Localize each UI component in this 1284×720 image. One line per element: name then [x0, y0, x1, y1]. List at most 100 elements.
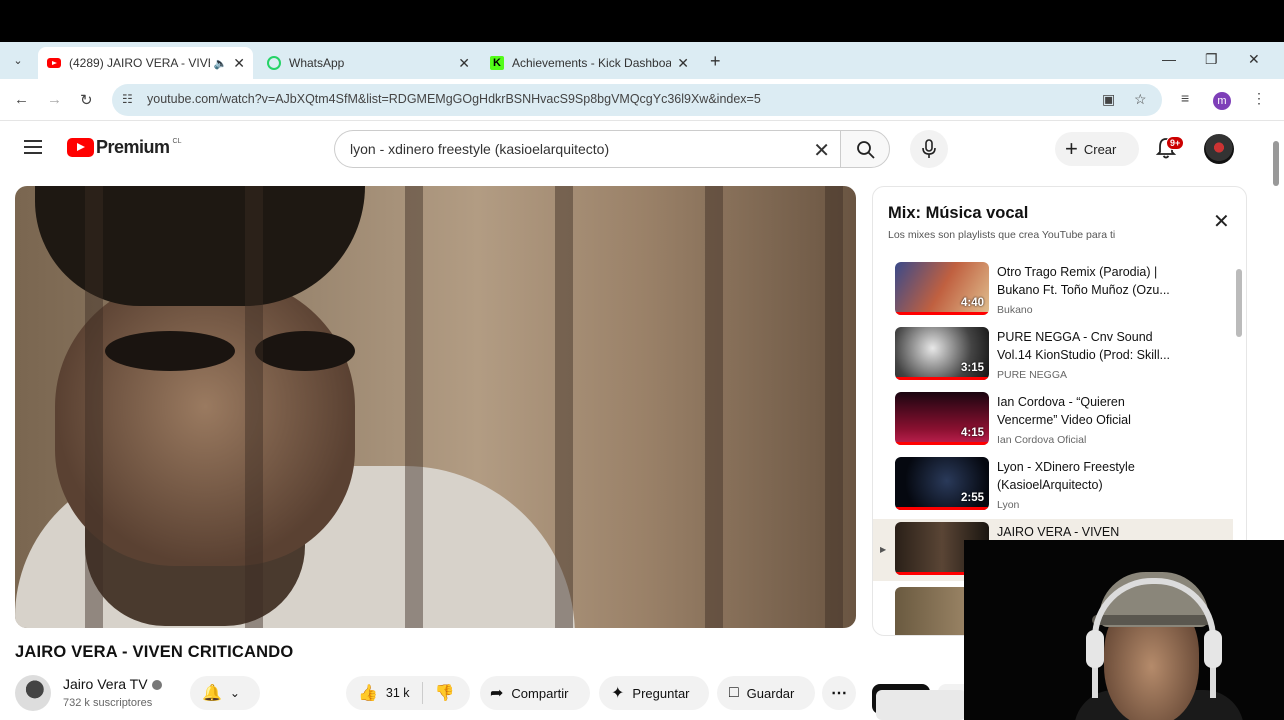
video-thumbnail[interactable]: 4:15: [895, 392, 989, 445]
video-frame-shape: [705, 186, 723, 628]
tab-whatsapp[interactable]: WhatsApp ✕: [258, 47, 478, 79]
video-thumbnail[interactable]: 2:55: [895, 457, 989, 510]
playlist-item[interactable]: 4:40 Otro Trago Remix (Parodia) | Bukano…: [873, 259, 1233, 321]
forward-icon[interactable]: →: [47, 91, 62, 108]
back-icon[interactable]: ←: [14, 91, 29, 108]
tab-youtube[interactable]: (4289) JAIRO VERA - VIVEN 🔈 ✕: [38, 47, 253, 79]
clear-search-icon[interactable]: ✕: [813, 138, 830, 163]
profile-avatar[interactable]: m: [1213, 92, 1231, 110]
playlist-item[interactable]: 3:15 PURE NEGGA - Cnv Sound Vol.14 KionS…: [873, 324, 1233, 386]
channel-name-text[interactable]: Jairo Vera TV: [63, 676, 148, 692]
video-thumbnail[interactable]: 4:40: [895, 262, 989, 315]
channel-name[interactable]: Jairo Vera TV: [63, 676, 162, 692]
headset-earcup: [1204, 630, 1222, 668]
video-title: JAIRO VERA - VIVEN CRITICANDO: [15, 643, 294, 661]
video-frame-shape: [555, 186, 573, 628]
kick-icon: K: [489, 55, 505, 71]
playlist-scroll-thumb[interactable]: [1236, 269, 1242, 337]
sparkle-icon: ✦: [611, 685, 625, 702]
youtube-premium-logo[interactable]: Premium CL: [67, 137, 181, 158]
tab-title: (4289) JAIRO VERA - VIVEN: [69, 56, 210, 70]
webcam-overlay: [964, 540, 1284, 720]
voice-search-button[interactable]: [910, 130, 948, 168]
bookmark-star-icon[interactable]: ☆: [1134, 91, 1147, 108]
share-icon: ➦: [490, 685, 504, 702]
save-button[interactable]: □ Guardar: [717, 676, 815, 710]
tab-title: WhatsApp: [289, 56, 345, 70]
share-label: Compartir: [511, 685, 569, 701]
install-app-icon[interactable]: ▣: [1102, 91, 1115, 108]
reload-icon[interactable]: ↻: [80, 91, 93, 109]
ask-button[interactable]: ✦ Preguntar: [599, 676, 709, 710]
divider: [421, 682, 423, 704]
video-frame-shape: [825, 186, 843, 628]
like-icon[interactable]: 👍: [358, 683, 378, 703]
close-tab-icon[interactable]: ✕: [677, 55, 689, 72]
playlist-item[interactable]: 4:15 Ian Cordova - “Quieren Vencerme” Vi…: [873, 389, 1233, 451]
search-button[interactable]: [840, 130, 890, 168]
save-label: Guardar: [746, 685, 795, 701]
video-frame-shape: [85, 186, 103, 628]
tab-search-chevron-icon[interactable]: ⌄: [8, 51, 28, 71]
minimize-icon[interactable]: —: [1162, 51, 1176, 67]
playlist-item-title[interactable]: Lyon - XDinero Freestyle (KasioelArquite…: [997, 458, 1182, 494]
more-actions-button[interactable]: ⋯: [822, 676, 856, 710]
playlist-item-title[interactable]: PURE NEGGA - Cnv Sound Vol.14 KionStudio…: [997, 328, 1182, 364]
like-dislike-group: 👍 31 k 👎: [346, 676, 470, 710]
subscription-bell-button[interactable]: 🔔 ⌄: [190, 676, 260, 710]
youtube-play-icon: [67, 138, 94, 157]
video-thumbnail[interactable]: 3:15: [895, 327, 989, 380]
menu-dots-icon[interactable]: ⋮: [1252, 90, 1266, 107]
tab-strip: ⌄ (4289) JAIRO VERA - VIVEN 🔈 ✕ WhatsApp…: [0, 42, 1284, 79]
create-button[interactable]: + Crear: [1055, 132, 1139, 166]
search-input[interactable]: lyon - xdinero freestyle (kasioelarquite…: [334, 130, 840, 168]
playlist-item-channel: Lyon: [997, 499, 1020, 511]
microphone-icon: [922, 139, 936, 158]
youtube-icon: [46, 55, 62, 71]
url-text[interactable]: youtube.com/watch?v=AJbXQtm4SfM&list=RDG…: [147, 92, 761, 106]
playlist-item-channel: Ian Cordova Oficial: [997, 434, 1087, 446]
bookmark-icon: □: [729, 684, 739, 701]
headset-earcup: [1086, 630, 1104, 668]
browser-toolbar: ← → ↻ ☷ youtube.com/watch?v=AJbXQtm4SfM&…: [0, 79, 1284, 121]
close-tab-icon[interactable]: ✕: [233, 55, 245, 72]
chevron-down-icon: ⌄: [229, 686, 240, 700]
tab-kick[interactable]: K Achievements - Kick Dashboard ✕: [481, 47, 697, 79]
playlist-item-title[interactable]: Otro Trago Remix (Parodia) | Bukano Ft. …: [997, 263, 1182, 299]
recommended-thumbnail[interactable]: [876, 690, 966, 720]
restore-icon[interactable]: ❐: [1205, 51, 1218, 68]
playlist-item-title[interactable]: JAIRO VERA - VIVEN: [997, 523, 1182, 541]
new-tab-icon[interactable]: +: [710, 51, 721, 72]
like-count[interactable]: 31 k: [386, 686, 410, 700]
duration: 2:55: [960, 492, 984, 504]
share-button[interactable]: ➦ Compartir: [480, 676, 590, 710]
logo-text: Premium: [96, 137, 170, 157]
video-frame-shape: [245, 186, 263, 628]
notification-badge: 9+: [1166, 136, 1185, 150]
scrollbar-thumb[interactable]: [1273, 141, 1279, 186]
close-playlist-icon[interactable]: ✕: [1213, 209, 1230, 234]
close-tab-icon[interactable]: ✕: [458, 55, 470, 72]
playlist-item-title[interactable]: Ian Cordova - “Quieren Vencerme” Video O…: [997, 393, 1182, 429]
plus-icon: +: [1065, 136, 1078, 161]
verified-icon: [151, 680, 162, 691]
dislike-icon[interactable]: 👎: [435, 683, 455, 703]
playlist-item[interactable]: 2:55 Lyon - XDinero Freestyle (KasioelAr…: [873, 454, 1233, 516]
more-dots-icon: ⋯: [831, 685, 847, 702]
duration: 4:40: [960, 297, 984, 309]
close-window-icon[interactable]: ✕: [1248, 51, 1260, 68]
video-player[interactable]: [15, 186, 856, 628]
account-avatar[interactable]: [1204, 134, 1234, 164]
address-bar[interactable]: ☷ youtube.com/watch?v=AJbXQtm4SfM&list=R…: [112, 84, 1162, 116]
region-code: CL: [172, 138, 182, 145]
speaker-icon[interactable]: 🔈: [214, 57, 228, 70]
channel-avatar[interactable]: [15, 675, 51, 711]
search-query[interactable]: lyon - xdinero freestyle (kasioelarquite…: [350, 141, 609, 157]
menu-hamburger-icon[interactable]: [24, 140, 42, 154]
playlist-item-channel: PURE NEGGA: [997, 369, 1068, 381]
site-info-icon[interactable]: ☷: [122, 92, 136, 106]
media-controls-icon[interactable]: ≡: [1181, 90, 1189, 106]
ask-label: Preguntar: [632, 685, 690, 701]
duration: 4:15: [960, 427, 984, 439]
youtube-header: Premium CL lyon - xdinero freestyle (kas…: [0, 121, 1270, 176]
